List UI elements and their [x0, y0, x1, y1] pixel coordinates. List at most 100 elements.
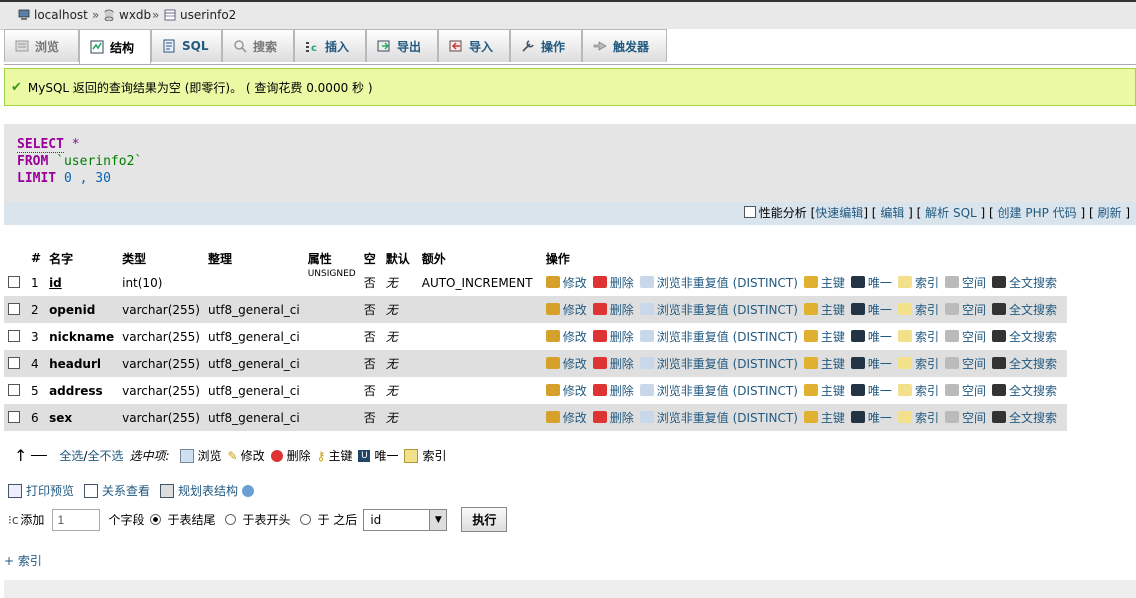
action-change-button[interactable]: 修改: [545, 328, 587, 345]
create-php-link[interactable]: 创建 PHP 代码: [998, 206, 1077, 220]
action-unique-button[interactable]: 唯一: [850, 274, 892, 291]
radio-at-end[interactable]: [150, 514, 162, 525]
breadcrumb-server[interactable]: localhost: [18, 8, 88, 22]
row-checkbox[interactable]: [8, 410, 20, 423]
action-change-button[interactable]: 修改: [545, 355, 587, 372]
relation-view-link[interactable]: 关系查看: [84, 482, 150, 499]
radio-at-start[interactable]: [225, 514, 237, 525]
action-change-button[interactable]: 修改: [545, 382, 587, 399]
tab-export[interactable]: 导出: [366, 29, 438, 62]
action-drop-button[interactable]: 删除: [592, 274, 634, 291]
row-checkbox[interactable]: [8, 356, 20, 369]
action-distinct-button[interactable]: 浏览非重复值 (DISTINCT): [639, 355, 798, 372]
tab-structure[interactable]: 结构: [79, 29, 151, 64]
action-spatial-button[interactable]: 空间: [944, 409, 986, 426]
breadcrumb-database-label[interactable]: wxdb: [119, 8, 151, 22]
action-change-button[interactable]: 修改: [545, 409, 587, 426]
action-spatial-button[interactable]: 空间: [944, 355, 986, 372]
action-primary-label: 主键: [820, 383, 845, 398]
action-primary-button[interactable]: 主键: [803, 301, 845, 318]
action-index-button[interactable]: 索引: [897, 301, 939, 318]
tab-search[interactable]: 搜索: [222, 29, 294, 62]
help-icon[interactable]: [242, 484, 255, 497]
chevron-down-icon[interactable]: ▼: [429, 509, 447, 530]
tab-insert[interactable]: c 插入: [294, 29, 366, 62]
bulk-primary-button[interactable]: ⚷ 主键: [317, 447, 353, 464]
profiling-checkbox[interactable]: [743, 206, 756, 218]
action-index-button[interactable]: 索引: [897, 328, 939, 345]
quick-edit-link[interactable]: 快速编辑: [815, 206, 863, 220]
action-primary-button[interactable]: 主键: [803, 274, 845, 291]
action-distinct-button[interactable]: 浏览非重复值 (DISTINCT): [639, 274, 798, 291]
go-button[interactable]: 执行: [461, 507, 508, 532]
action-change-button[interactable]: 修改: [545, 301, 587, 318]
bulk-unique-button[interactable]: U 唯一: [358, 447, 398, 464]
row-checkbox[interactable]: [8, 383, 20, 396]
radio-after[interactable]: [300, 514, 312, 525]
tab-operations[interactable]: 操作: [510, 29, 582, 62]
bulk-browse-button[interactable]: 浏览: [179, 447, 222, 464]
action-drop-button[interactable]: 删除: [592, 382, 634, 399]
bulk-index-button[interactable]: 索引: [404, 447, 446, 464]
row-checkbox[interactable]: [8, 302, 20, 315]
action-index-button[interactable]: 索引: [897, 382, 939, 399]
bulk-drop-button[interactable]: 删除: [270, 447, 311, 464]
bulk-change-button[interactable]: ✎ 修改: [228, 447, 265, 464]
action-unique-button[interactable]: 唯一: [850, 382, 892, 399]
action-unique-button[interactable]: 唯一: [850, 409, 892, 426]
action-distinct-button[interactable]: 浏览非重复值 (DISTINCT): [639, 328, 798, 345]
breadcrumb-table[interactable]: userinfo2: [164, 8, 236, 22]
action-distinct-button[interactable]: 浏览非重复值 (DISTINCT): [639, 301, 798, 318]
action-primary-button[interactable]: 主键: [803, 328, 845, 345]
action-primary-button[interactable]: 主键: [803, 355, 845, 372]
tab-sql[interactable]: SQL: [151, 29, 222, 62]
action-drop-button[interactable]: 删除: [592, 328, 634, 345]
field-count-input[interactable]: [52, 508, 101, 531]
print-view-link[interactable]: 打印预览: [8, 482, 74, 499]
explain-sql-link[interactable]: 解析 SQL: [925, 206, 977, 220]
action-spatial-button[interactable]: 空间: [944, 382, 986, 399]
action-primary-button[interactable]: 主键: [803, 382, 845, 399]
action-fulltext-button[interactable]: 全文搜索: [991, 355, 1057, 372]
sql-keyword-select[interactable]: SELECT: [17, 137, 64, 153]
refresh-link[interactable]: 刷新: [1097, 206, 1121, 220]
action-index-button[interactable]: 索引: [897, 409, 939, 426]
action-spatial-button[interactable]: 空间: [944, 301, 986, 318]
action-fulltext-button[interactable]: 全文搜索: [991, 274, 1057, 291]
edit-link[interactable]: 编辑: [880, 206, 904, 220]
add-index-link[interactable]: + 索引: [4, 552, 42, 569]
action-fulltext-button[interactable]: 全文搜索: [991, 382, 1057, 399]
uncheck-all-link[interactable]: 全不选: [87, 447, 123, 464]
action-unique-button[interactable]: 唯一: [850, 355, 892, 372]
action-unique-button[interactable]: 唯一: [850, 328, 892, 345]
propose-structure-link[interactable]: 规划表结构: [160, 482, 258, 499]
action-drop-button[interactable]: 删除: [592, 301, 634, 318]
breadcrumb-server-label[interactable]: localhost: [34, 8, 88, 22]
action-index-button[interactable]: 索引: [897, 274, 939, 291]
action-distinct-button[interactable]: 浏览非重复值 (DISTINCT): [639, 409, 798, 426]
row-checkbox[interactable]: [8, 275, 20, 288]
action-fulltext-button[interactable]: 全文搜索: [991, 328, 1057, 345]
action-change-button[interactable]: 修改: [545, 274, 587, 291]
action-primary-button[interactable]: 主键: [803, 409, 845, 426]
action-unique-button[interactable]: 唯一: [850, 301, 892, 318]
action-drop-button[interactable]: 删除: [592, 409, 634, 426]
tab-browse[interactable]: 浏览: [4, 29, 79, 62]
action-fulltext-label: 全文搜索: [1008, 356, 1057, 371]
tab-import[interactable]: 导入: [438, 29, 510, 62]
breadcrumb-table-label[interactable]: userinfo2: [180, 8, 236, 22]
after-field-select[interactable]: id ▼: [363, 508, 448, 531]
tab-triggers[interactable]: 触发器: [582, 29, 667, 62]
action-spatial-button[interactable]: 空间: [944, 274, 986, 291]
action-index-button[interactable]: 索引: [897, 355, 939, 372]
action-spatial-button[interactable]: 空间: [944, 328, 986, 345]
action-fulltext-button[interactable]: 全文搜索: [991, 301, 1057, 318]
action-drop-button[interactable]: 删除: [592, 355, 634, 372]
row-checkbox[interactable]: [8, 329, 20, 342]
breadcrumb-database[interactable]: wxdb: [103, 8, 151, 22]
table-row: 5 address varchar(255) utf8_general_ci 否无 修改 删…: [4, 377, 1067, 404]
action-distinct-button[interactable]: 浏览非重复值 (DISTINCT): [639, 382, 798, 399]
arrow-up-icon: ↑: [14, 446, 28, 465]
action-fulltext-button[interactable]: 全文搜索: [991, 409, 1057, 426]
check-all-link[interactable]: 全选: [59, 447, 83, 464]
